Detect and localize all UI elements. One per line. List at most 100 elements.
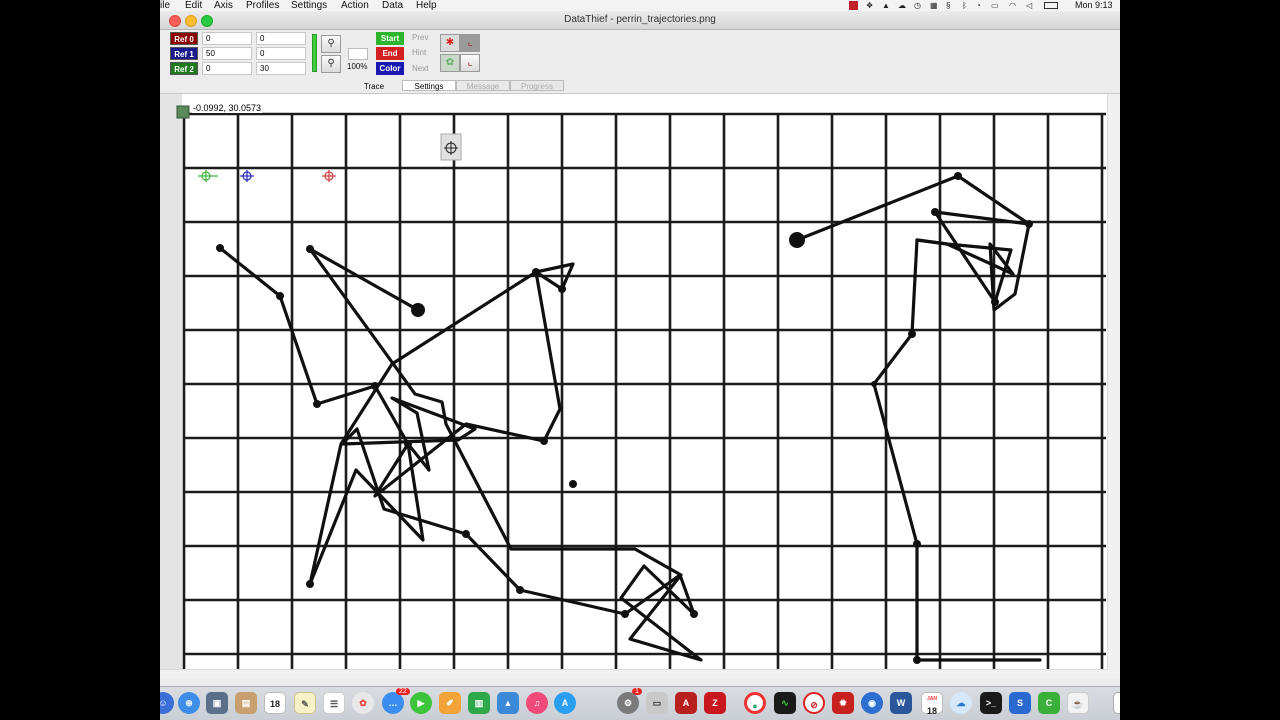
menu-help[interactable]: Help [416, 0, 437, 11]
ref1-x-field[interactable]: 50 [202, 47, 252, 60]
trajectory-point [516, 586, 524, 594]
menu-data[interactable]: Data [382, 0, 403, 11]
ref0-x-field[interactable]: 0 [202, 32, 252, 45]
scatter-mode-button[interactable]: ⌞ [460, 54, 480, 72]
tab-message[interactable]: Message [456, 80, 510, 91]
dock-acrobat-icon[interactable]: A [675, 692, 697, 714]
dropbox-icon[interactable]: ❖ [866, 0, 873, 11]
trajectory-point [913, 656, 921, 664]
trajectory-point [276, 292, 284, 300]
menu-settings[interactable]: Settings [291, 0, 327, 11]
trajectory-point [216, 244, 224, 252]
point-mode-button[interactable]: ✱ [440, 34, 460, 52]
menu-file[interactable]: ile [160, 0, 170, 11]
record-status-icon[interactable] [849, 1, 858, 10]
next-button[interactable]: Next [412, 64, 428, 73]
calendar-day-2: 18 [926, 706, 937, 716]
end-button[interactable]: End [376, 47, 404, 60]
wifi-icon[interactable]: ◠ [1009, 0, 1016, 11]
zoom-level[interactable]: 100% [347, 62, 367, 71]
dock-reminders-icon[interactable]: ☰ [323, 692, 345, 714]
dock-itunes-icon[interactable]: ♫ [526, 692, 548, 714]
dock-chrome-icon[interactable]: ● [744, 692, 766, 714]
dock-activity-monitor-icon[interactable]: ∿ [774, 692, 796, 714]
battery-icon[interactable] [1044, 2, 1058, 9]
dock-cloud-app-icon[interactable]: ☁ [950, 692, 972, 714]
dock-calendar-icon-2[interactable]: JAN 18 [921, 692, 943, 716]
dock-blocker-icon[interactable]: ⊘ [803, 692, 825, 714]
dock-keynote-icon[interactable]: ▲ [497, 692, 519, 714]
tab-progress[interactable]: Progress [510, 80, 564, 91]
trajectory-point [931, 208, 939, 216]
ref1-y-field[interactable]: 0 [256, 47, 306, 60]
dock-safari-icon[interactable]: ⊕ [178, 692, 200, 714]
airplay-icon[interactable]: ▭ [991, 0, 999, 11]
dock-script-icon[interactable]: S [1009, 692, 1031, 714]
dock-notes-icon[interactable]: ✎ [294, 692, 316, 714]
zoom-out-tool-button[interactable]: ⚲ [321, 55, 341, 73]
vertical-scrollbar[interactable] [1107, 94, 1120, 678]
trajectory-image[interactable] [160, 94, 1108, 670]
start-button[interactable]: Start [376, 32, 404, 45]
dock-photos-icon[interactable]: ✿ [352, 692, 374, 714]
tab-settings[interactable]: Settings [402, 80, 456, 91]
point-marker-icon: ✱ [445, 37, 455, 48]
dock-appstore-icon[interactable]: A [554, 692, 576, 714]
menu-action[interactable]: Action [341, 0, 369, 11]
dock-finder-icon[interactable]: ☺ [160, 692, 174, 714]
menu-profiles[interactable]: Profiles [246, 0, 279, 11]
prev-button[interactable]: Prev [412, 33, 428, 42]
toolbar: Ref 0 Ref 1 Ref 2 0 0 50 0 0 30 ⚲ ⚲ 100%… [160, 30, 1120, 92]
sync-icon[interactable]: ◷ [914, 0, 921, 11]
s-icon[interactable]: § [946, 0, 950, 11]
hint-button[interactable]: Hint [412, 48, 426, 57]
trajectory-point [908, 330, 916, 338]
line-mode-button[interactable]: ⌞ [460, 34, 480, 52]
volume-icon[interactable]: ◁ [1026, 0, 1032, 11]
zoom-in-tool-button[interactable]: ⚲ [321, 35, 341, 53]
dock-vpn-icon[interactable]: ◉ [861, 692, 883, 714]
origin-handle-icon[interactable] [176, 105, 190, 119]
ref2-x-field[interactable]: 0 [202, 62, 252, 75]
ref0-button[interactable]: Ref 0 [170, 32, 198, 45]
dock-java-icon[interactable]: ☕ [1067, 692, 1089, 714]
dock-word-icon[interactable]: W [890, 692, 912, 714]
ref1-button[interactable]: Ref 1 [170, 47, 198, 60]
dock-settings-icon[interactable]: ⚙ [617, 692, 639, 714]
dock-filezilla-icon[interactable]: Z [704, 692, 726, 714]
ref2-y-field[interactable]: 30 [256, 62, 306, 75]
ref2-button[interactable]: Ref 2 [170, 62, 198, 75]
bluetooth-icon[interactable]: ᛒ [962, 0, 967, 11]
dock-utility-icon[interactable]: ▭ [646, 692, 668, 714]
trajectory-point [871, 381, 877, 387]
clock[interactable]: Mon 9:13 [1075, 0, 1113, 11]
dock-trash-icon[interactable] [1113, 692, 1120, 714]
dock-pages-icon[interactable]: ✐ [439, 692, 461, 714]
dock-facetime-icon[interactable]: ▶ [410, 692, 432, 714]
dock-contacts-icon[interactable]: ▤ [235, 692, 257, 714]
color-button[interactable]: Color [376, 62, 404, 75]
menu-axis[interactable]: Axis [214, 0, 233, 11]
dock-messages-icon[interactable]: … [382, 692, 404, 714]
time-machine-icon[interactable]: ◔ [976, 0, 981, 11]
drive-icon[interactable]: ▲ [882, 0, 890, 11]
dock-numbers-icon[interactable]: ▥ [468, 692, 490, 714]
dock-gear-app-icon[interactable]: ✹ [832, 692, 854, 714]
crosshair-cursor[interactable] [440, 133, 462, 161]
axis-line-icon: ⌞ [467, 37, 473, 48]
dock-terminal-icon[interactable]: >_ [980, 692, 1002, 714]
menu-bar: ile Edit Axis Profiles Settings Action D… [160, 0, 1120, 11]
grid-icon[interactable]: ▦ [930, 0, 938, 11]
dock-calendar-icon[interactable]: 18 [264, 692, 286, 714]
tab-trace[interactable]: Trace [346, 80, 402, 91]
menu-edit[interactable]: Edit [185, 0, 202, 11]
cloud-icon[interactable]: ☁ [898, 0, 906, 11]
horizontal-scrollbar[interactable] [160, 669, 1108, 678]
ref0-y-field[interactable]: 0 [256, 32, 306, 45]
image-margin [160, 94, 182, 670]
color-mode-button[interactable]: ✿ [440, 54, 460, 72]
dock-preview-icon[interactable]: ▣ [206, 692, 228, 714]
image-canvas[interactable]: -0.0992, 30.0573 [160, 93, 1120, 678]
dock-text-app-icon[interactable]: C [1038, 692, 1060, 714]
trajectory-point [991, 298, 999, 306]
